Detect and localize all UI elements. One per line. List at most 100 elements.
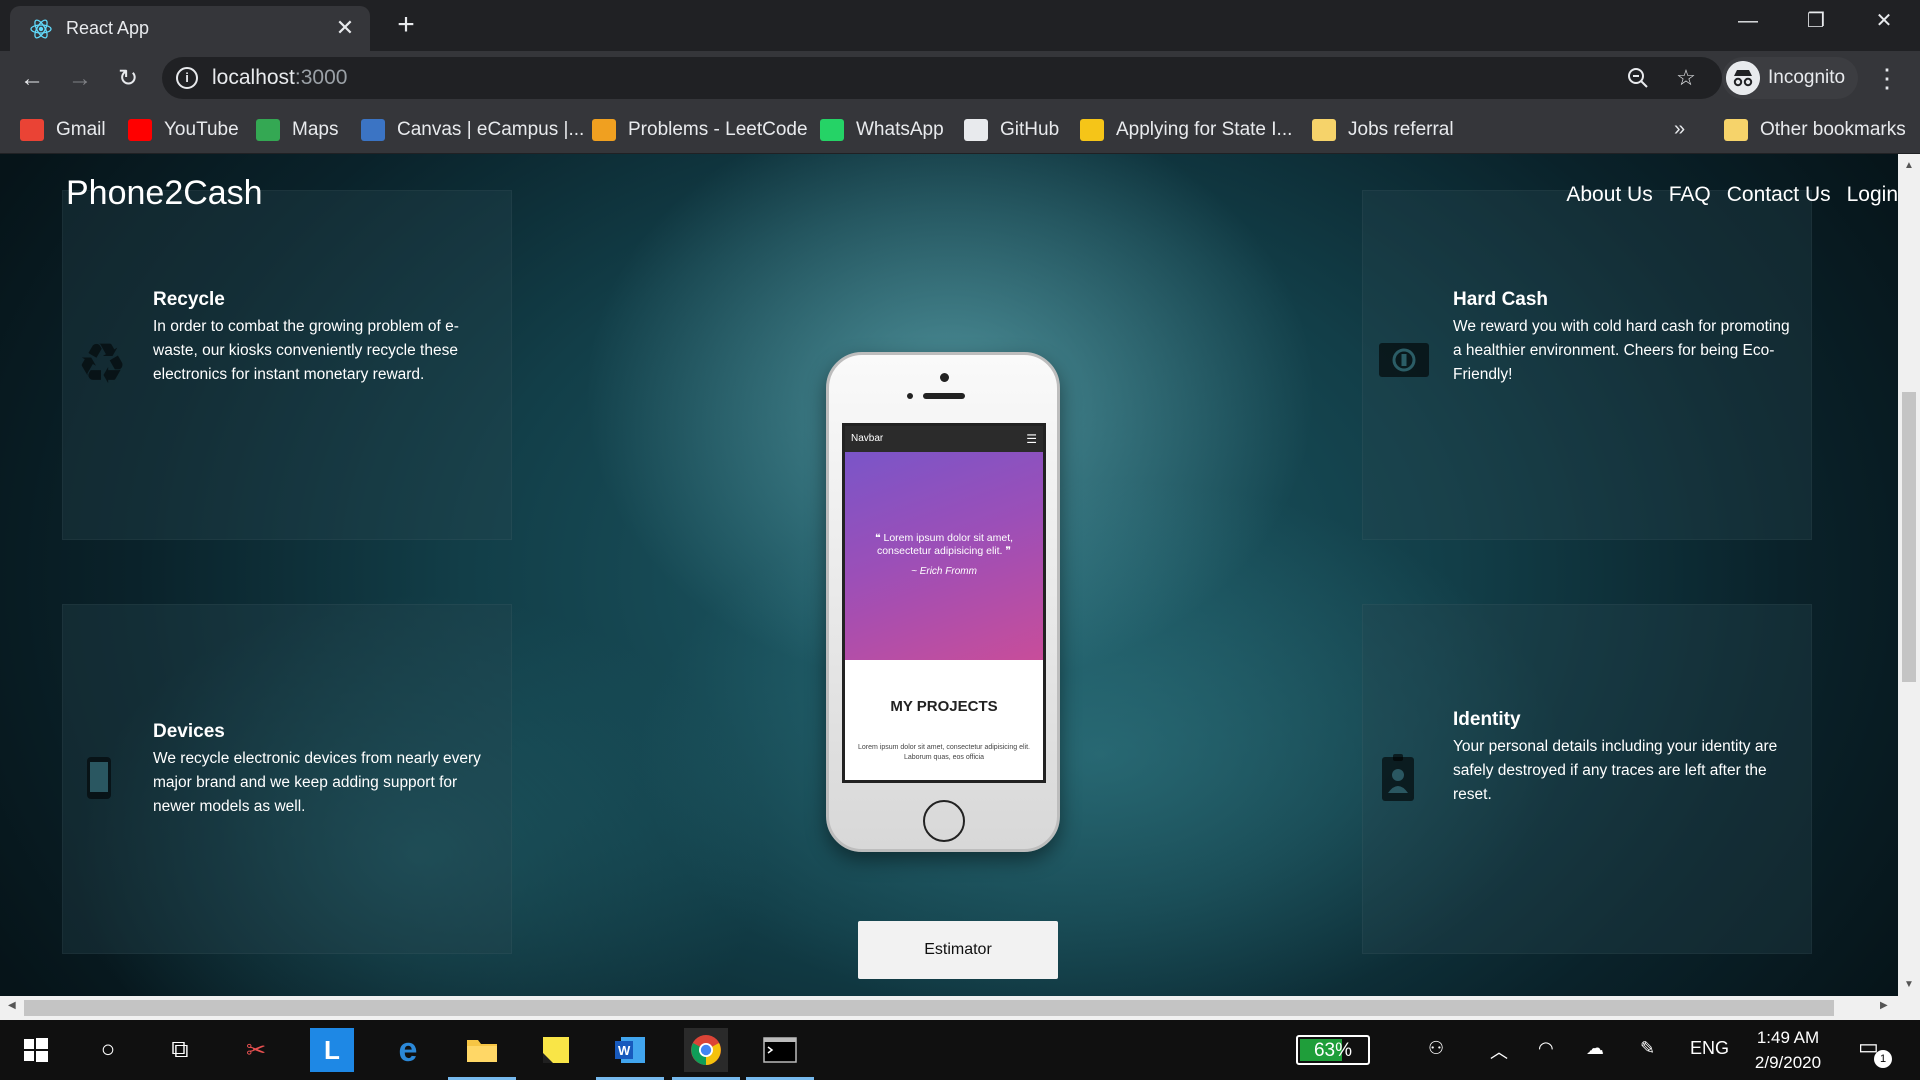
bookmarks-bar: Gmail YouTube Maps Canvas | eCampus |...… [0, 106, 1920, 154]
close-tab-icon[interactable]: ✕ [332, 15, 358, 41]
scroll-down-icon[interactable]: ▼ [1898, 979, 1920, 990]
nav-faq[interactable]: FAQ [1669, 183, 1711, 207]
address-bar[interactable]: i localhost:3000 ☆ [162, 57, 1722, 99]
feature-card-hard-cash: Hard Cash We reward you with cold hard c… [1362, 190, 1812, 540]
cash-icon [1379, 343, 1429, 377]
site-info-icon[interactable]: i [176, 67, 198, 89]
phone-home-button [923, 800, 965, 842]
new-tab-button[interactable]: + [390, 10, 422, 42]
bookmark-gmail[interactable]: Gmail [20, 114, 106, 146]
bookmark-github[interactable]: GitHub [964, 114, 1059, 146]
cortana-search-icon[interactable]: ○ [86, 1028, 130, 1072]
task-view-icon[interactable]: ⧉ [158, 1028, 202, 1072]
action-center-icon[interactable]: ▭ 1 [1858, 1034, 1892, 1068]
other-bookmarks-label: Other bookmarks [1760, 119, 1906, 140]
onedrive-icon[interactable]: ☁ [1586, 1038, 1604, 1059]
nav-about-us[interactable]: About Us [1566, 183, 1652, 207]
page-viewport: ♻ Recycle In order to combat the growing… [0, 154, 1898, 996]
estimator-button[interactable]: Estimator [858, 921, 1058, 979]
site-logo[interactable]: Phone2Cash [66, 174, 263, 213]
mockup-hero: ❝ Lorem ipsum dolor sit amet, consectetu… [845, 452, 1043, 660]
phone-sensor [907, 393, 913, 399]
menu-kebab-icon[interactable]: ⋮ [1874, 63, 1900, 95]
mockup-section-title: MY PROJECTS [890, 698, 998, 715]
tab-title: React App [66, 18, 150, 38]
edge-icon[interactable]: e [386, 1028, 430, 1072]
scroll-left-icon[interactable]: ◀ [8, 1000, 16, 1011]
restore-button[interactable]: ❐ [1782, 0, 1850, 42]
youtube-icon [128, 119, 152, 141]
bookmark-youtube[interactable]: YouTube [128, 114, 239, 146]
card-text: We reward you with cold hard cash for pr… [1453, 318, 1790, 383]
phone-speaker [923, 393, 965, 399]
url-text[interactable]: localhost:3000 [212, 66, 347, 90]
bookmark-state[interactable]: Applying for State I... [1080, 114, 1292, 146]
minimize-button[interactable]: — [1714, 0, 1782, 42]
back-icon[interactable]: ← [16, 63, 48, 95]
mockup-quote: ❝ Lorem ipsum dolor sit amet, consectetu… [874, 532, 1014, 557]
windows-start-icon[interactable] [14, 1028, 58, 1072]
scroll-right-icon[interactable]: ▶ [1880, 1000, 1888, 1011]
people-icon[interactable]: ⚇ [1428, 1038, 1444, 1059]
battery-indicator[interactable]: 63% [1296, 1035, 1370, 1065]
other-bookmarks[interactable]: Other bookmarks [1724, 114, 1906, 146]
sticky-notes-icon[interactable] [534, 1028, 578, 1072]
bookmarks-overflow-icon[interactable]: » [1674, 118, 1685, 141]
snipping-tool-icon[interactable]: ✂ [234, 1028, 278, 1072]
vertical-scroll-thumb[interactable] [1902, 392, 1916, 682]
id-badge-icon [1382, 754, 1414, 801]
bookmark-star-icon[interactable]: ☆ [1672, 64, 1700, 92]
wifi-icon[interactable]: ◠ [1538, 1038, 1554, 1059]
bookmark-canvas[interactable]: Canvas | eCampus |... [361, 114, 584, 146]
close-window-button[interactable]: ✕ [1850, 0, 1918, 42]
horizontal-scroll-thumb[interactable] [24, 1000, 1834, 1016]
vertical-scrollbar[interactable]: ▲ ▼ [1898, 154, 1920, 996]
scroll-up-icon[interactable]: ▲ [1898, 160, 1920, 171]
site-nav: About Us FAQ Contact Us Login [1566, 183, 1898, 207]
system-clock[interactable]: 1:49 AM 2/9/2020 [1748, 1025, 1828, 1075]
sun-icon [1080, 119, 1104, 141]
feature-card-identity: Identity Your personal details including… [1362, 604, 1812, 954]
hamburger-icon: ☰ [1026, 432, 1037, 446]
forward-icon[interactable]: → [64, 63, 96, 95]
card-title: Identity [1453, 709, 1521, 730]
leetcode-icon [592, 119, 616, 141]
phone-camera [940, 373, 949, 382]
github-icon [964, 119, 988, 141]
card-title: Recycle [153, 289, 225, 310]
chrome-icon[interactable] [672, 1028, 740, 1080]
browser-tab[interactable]: React App ✕ [10, 6, 370, 51]
file-explorer-icon[interactable] [448, 1028, 516, 1080]
word-icon[interactable]: W [596, 1028, 664, 1080]
mockup-body-text: Lorem ipsum dolor sit amet, consectetur … [858, 744, 1030, 761]
bookmark-maps[interactable]: Maps [256, 114, 338, 146]
bookmark-whatsapp[interactable]: WhatsApp [820, 114, 944, 146]
incognito-profile-button[interactable]: Incognito [1722, 57, 1858, 99]
mockup-navbar: Navbar ☰ [845, 426, 1043, 452]
react-icon [30, 19, 52, 39]
horizontal-scrollbar[interactable]: ◀ ▶ [0, 996, 1898, 1020]
card-text: We recycle electronic devices from nearl… [153, 750, 481, 815]
bookmark-jobs-referral[interactable]: Jobs referral [1312, 114, 1454, 146]
sticky-note-icon [543, 1037, 569, 1063]
mockup-quote-author: ~ Erich Fromm [911, 566, 977, 577]
nav-contact-us[interactable]: Contact Us [1727, 183, 1831, 207]
canvas-icon [361, 119, 385, 141]
card-title: Devices [153, 721, 225, 742]
launcher-l-icon[interactable]: L [310, 1028, 354, 1072]
zoom-icon[interactable] [1624, 64, 1652, 92]
card-text: In order to combat the growing problem o… [153, 318, 459, 383]
show-hidden-icons-chevron-icon[interactable]: ︿ [1490, 1038, 1508, 1064]
pen-icon[interactable]: ✎ [1640, 1038, 1655, 1059]
maps-icon [256, 119, 280, 141]
phone-icon [87, 757, 111, 799]
phone-mockup: Navbar ☰ ❝ Lorem ipsum dolor sit amet, c… [826, 352, 1060, 852]
bookmark-leetcode[interactable]: Problems - LeetCode [592, 114, 808, 146]
mockup-navbar-label: Navbar [851, 433, 884, 444]
terminal-icon[interactable] [746, 1028, 814, 1080]
nav-login[interactable]: Login [1847, 183, 1898, 207]
url-host: localhost [212, 66, 295, 89]
reload-icon[interactable]: ↻ [112, 63, 144, 95]
bookmark-label: YouTube [164, 119, 239, 140]
input-language[interactable]: ENG [1690, 1038, 1729, 1059]
